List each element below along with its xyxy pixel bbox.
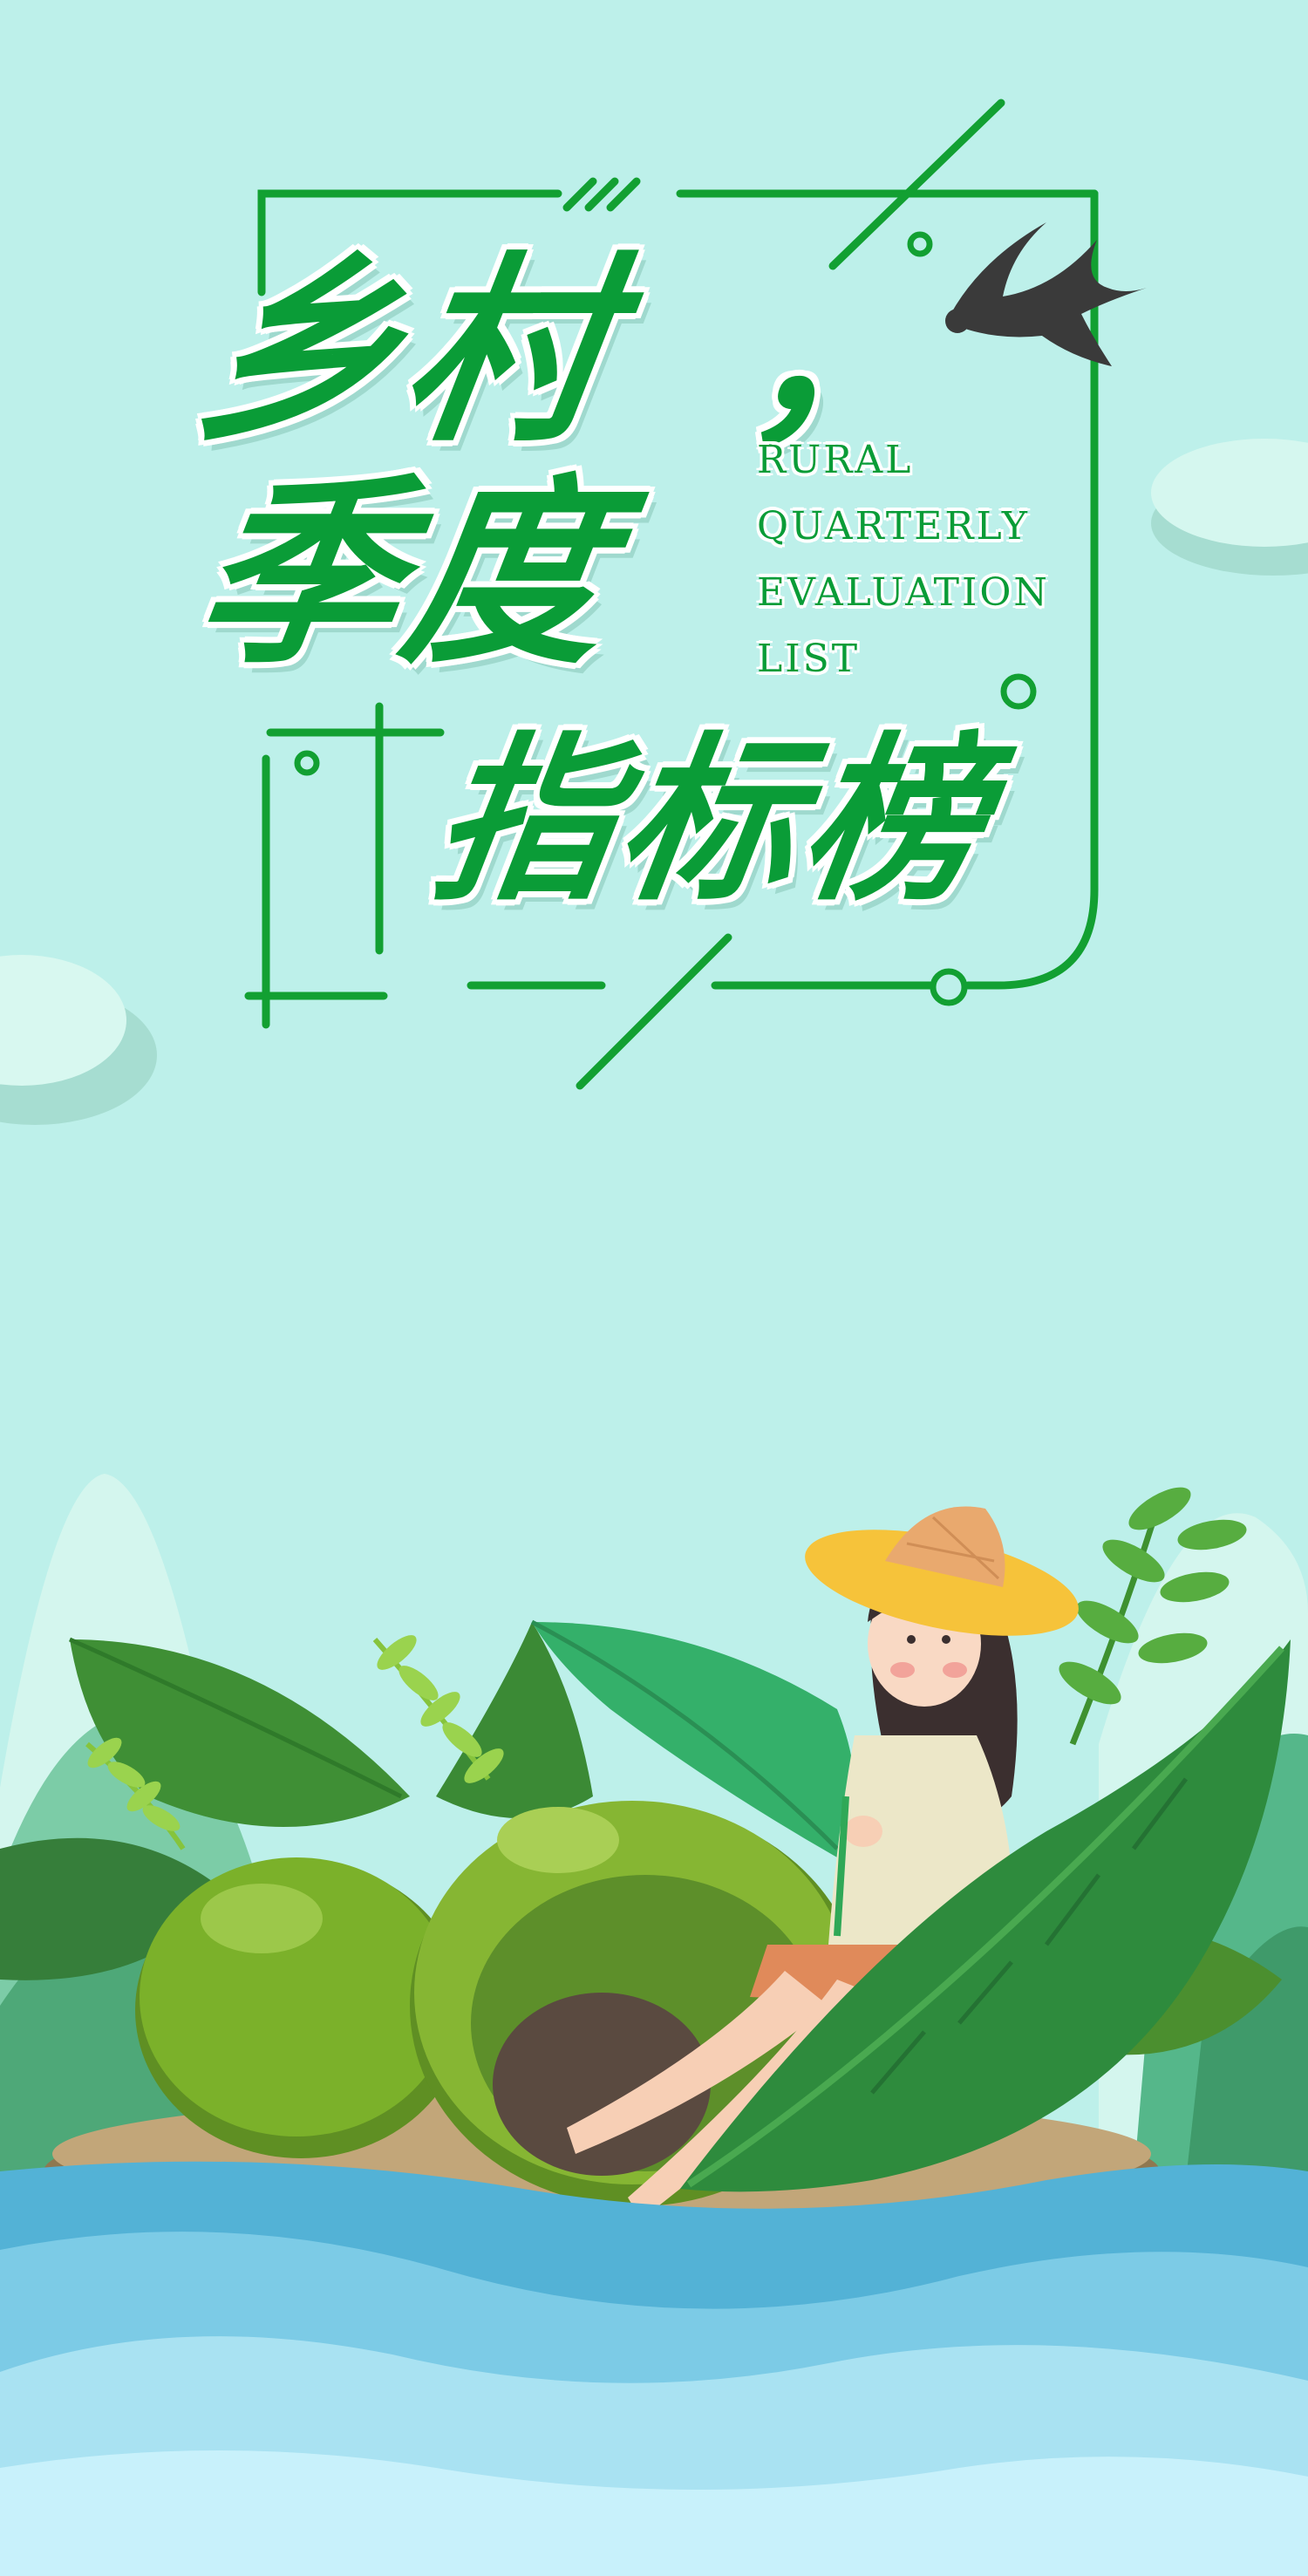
- swallow-icon: [945, 222, 1147, 366]
- english-title-line: QUARTERLY: [757, 504, 1030, 549]
- cloud-right: [1151, 439, 1308, 576]
- title-comma: ，: [741, 246, 939, 469]
- english-title: RURAL QUARTERLY EVALUATION LIST: [757, 427, 1050, 692]
- english-title-line: LIST: [757, 637, 861, 681]
- subtitle: 指标榜: [421, 718, 1003, 925]
- english-title-line: EVALUATION: [757, 570, 1050, 615]
- english-title-line: RURAL: [757, 438, 914, 482]
- poster: 乡村 ， 季度 指标榜 RURAL QUARTERLY EVALUATION L…: [0, 0, 1308, 2576]
- water: [0, 2161, 1308, 2576]
- cloud-left: [0, 955, 157, 1125]
- title-line-1: 乡村: [184, 236, 629, 469]
- title-line-2: 季度: [184, 459, 629, 692]
